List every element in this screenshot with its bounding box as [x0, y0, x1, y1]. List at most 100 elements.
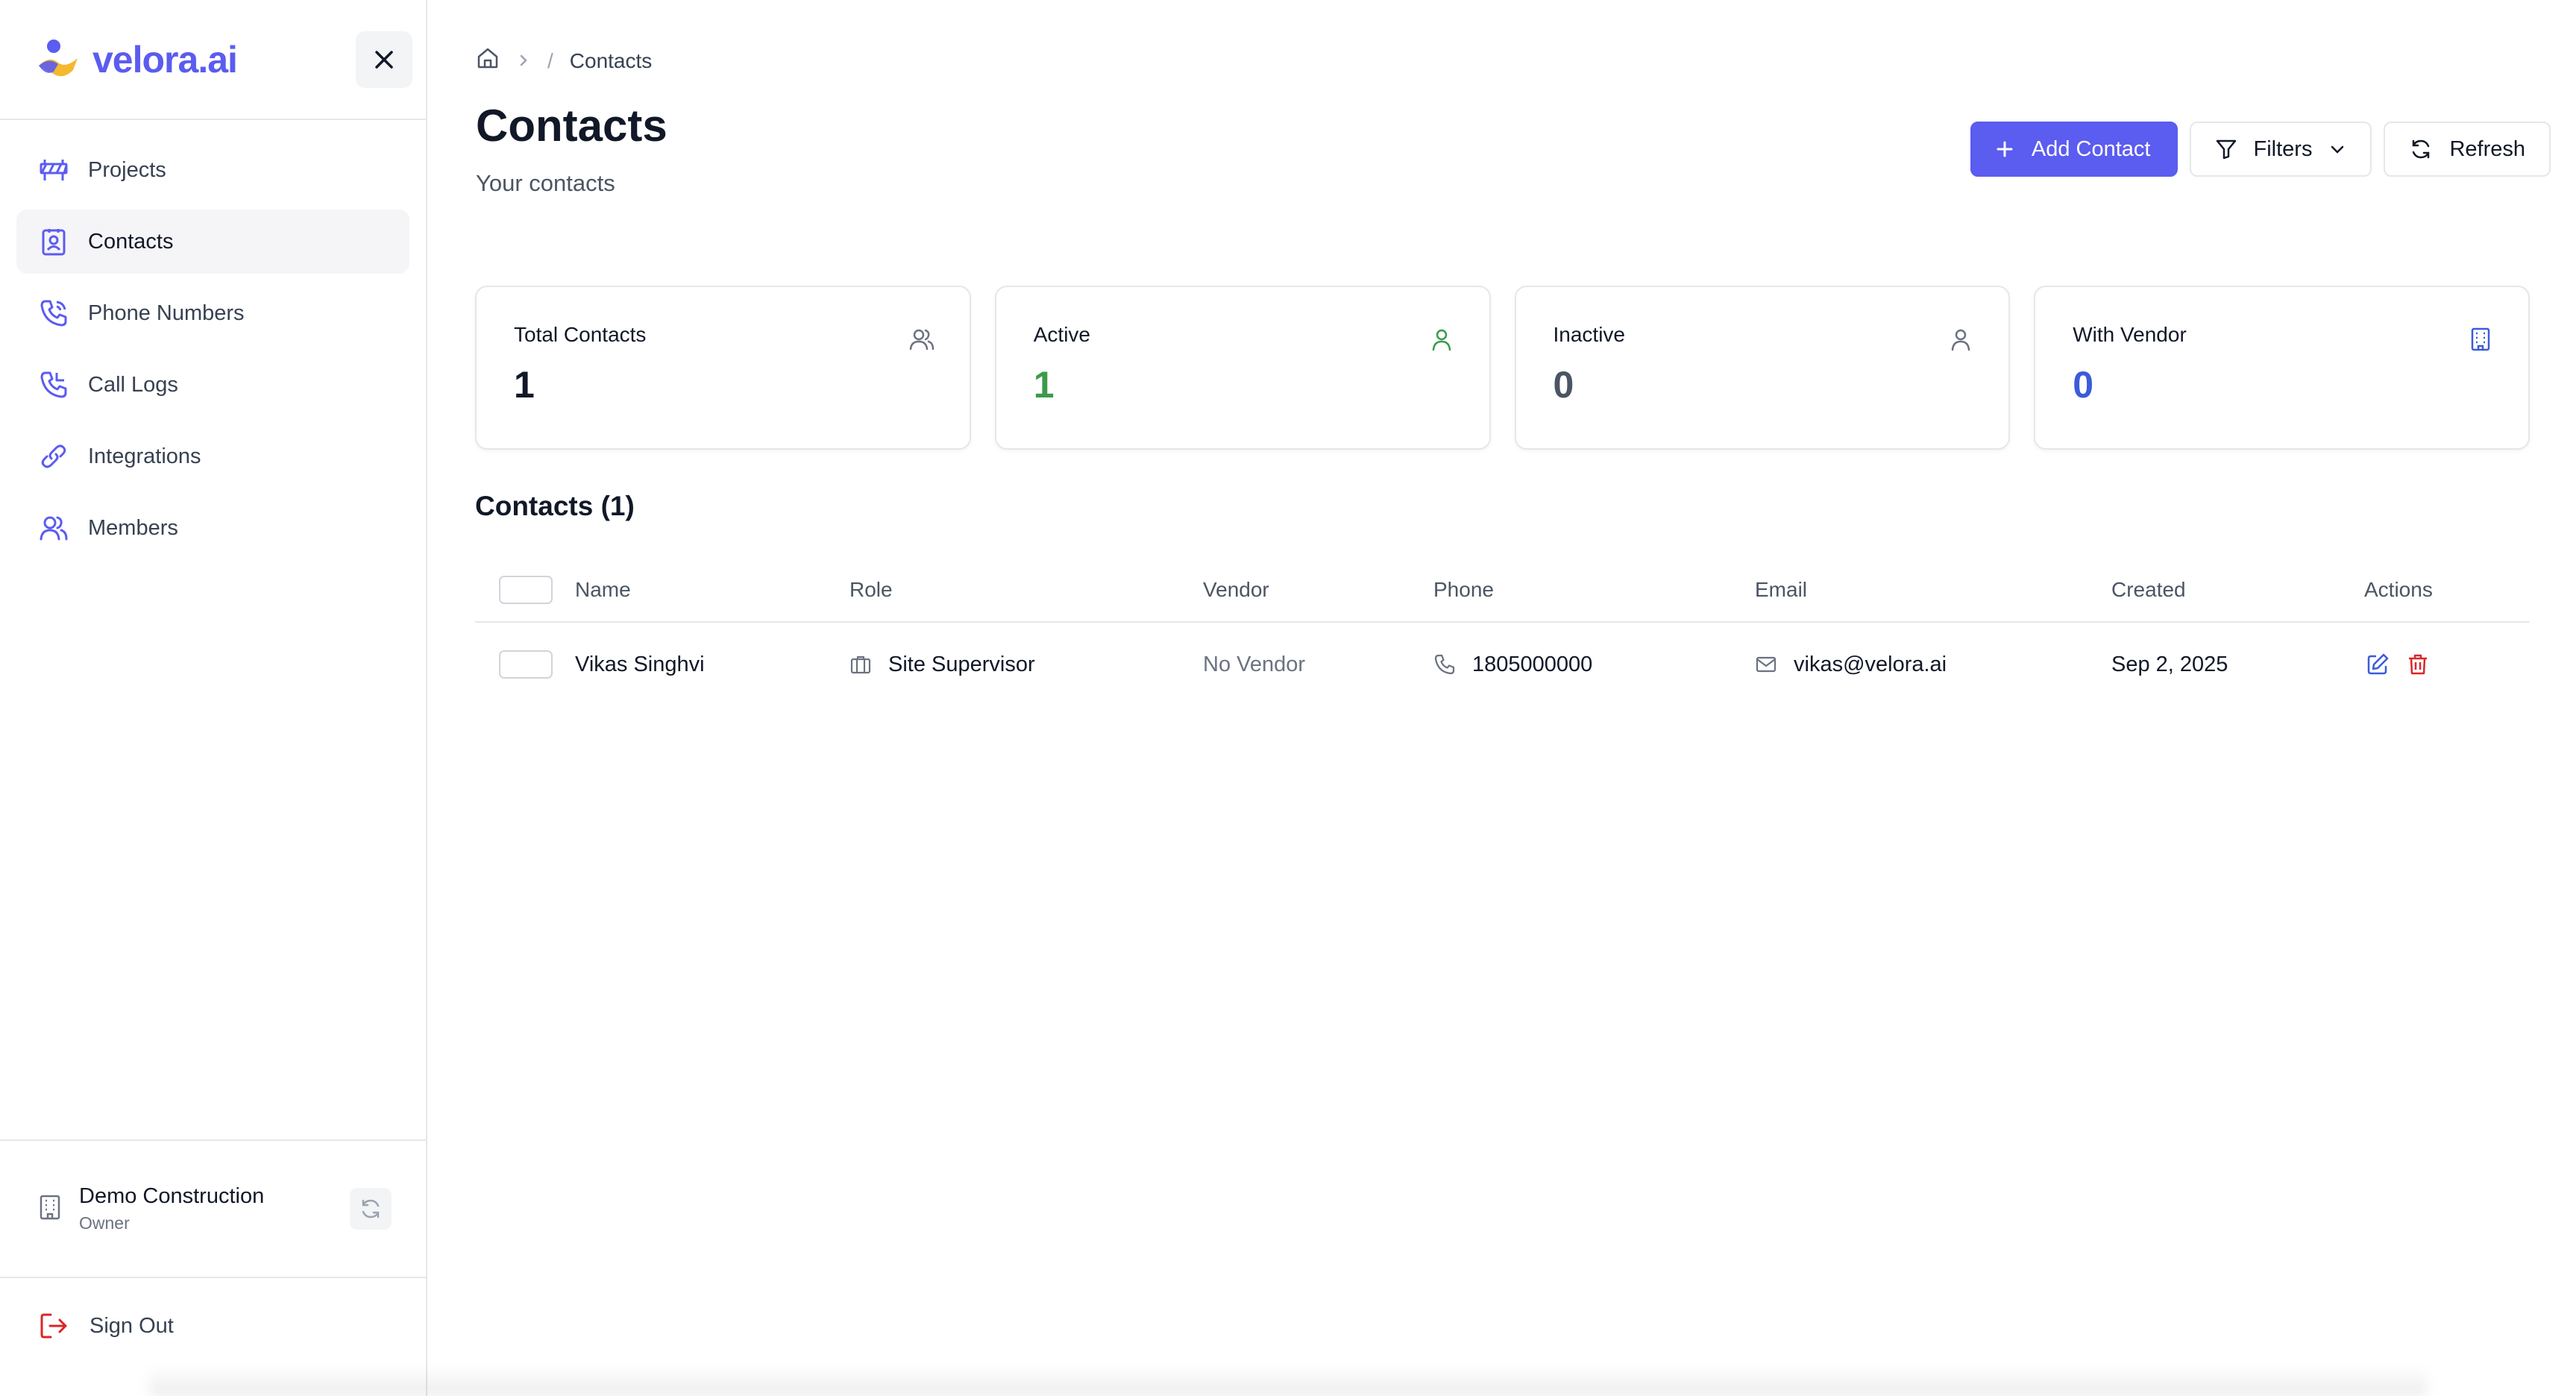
delete-contact-button[interactable]: [2404, 651, 2431, 678]
mail-icon: [1756, 656, 1777, 673]
contact-email-cell: vikas@velora.ai: [1755, 653, 2111, 677]
link-icon: [39, 441, 69, 471]
contact-vendor: No Vendor: [1203, 652, 1306, 676]
filters-button[interactable]: Filters: [2189, 122, 2372, 177]
edit-contact-button[interactable]: [2364, 651, 2391, 678]
plus-icon: [1997, 141, 2013, 157]
table-row[interactable]: Vikas Singhvi Site Supervisor No Vendor …: [475, 623, 2530, 706]
org-switcher[interactable]: Demo Construction Owner: [0, 1139, 426, 1278]
column-header-role[interactable]: Role: [849, 578, 1203, 602]
page-title: Contacts: [476, 101, 667, 151]
column-header-vendor[interactable]: Vendor: [1203, 578, 1433, 602]
home-icon[interactable]: [476, 46, 500, 75]
edit-icon: [2367, 653, 2389, 675]
refresh-button[interactable]: Refresh: [2384, 122, 2551, 177]
row-actions: [2364, 651, 2530, 678]
switch-org-button[interactable]: [350, 1188, 392, 1230]
add-contact-button[interactable]: Add Contact: [1970, 122, 2178, 177]
column-header-phone[interactable]: Phone: [1433, 578, 1755, 602]
refresh-icon: [2413, 139, 2430, 159]
logo[interactable]: velora.ai: [36, 37, 238, 82]
trash-icon: [2409, 654, 2427, 675]
select-all-cell: [475, 575, 575, 604]
table-header-row: Name Role Vendor Phone Email Created Act…: [475, 558, 2530, 623]
breadcrumb: / Contacts: [476, 46, 652, 75]
sign-out-label: Sign Out: [89, 1313, 174, 1338]
page-subtitle: Your contacts: [476, 170, 615, 196]
phone-log-icon: [39, 370, 69, 400]
sign-out-button[interactable]: Sign Out: [39, 1311, 174, 1341]
stat-value: 0: [2073, 364, 2094, 406]
column-header-created[interactable]: Created: [2111, 578, 2364, 602]
org-name: Demo Construction: [79, 1184, 265, 1208]
sidebar-item-label: Projects: [88, 157, 166, 182]
briefcase-icon: [850, 655, 871, 674]
logo-text: velora.ai: [92, 38, 238, 81]
app-root: velora.ai Projects Contacts Phone Number…: [0, 0, 2576, 1396]
chevron-right-icon: [516, 49, 531, 73]
user-icon: [1432, 329, 1451, 351]
column-header-name[interactable]: Name: [575, 578, 849, 602]
stats-cards: Total Contacts 1 Active 1 Inactive 0 Wit…: [475, 286, 2530, 450]
sidebar-item-integrations[interactable]: Integrations: [16, 424, 409, 488]
sidebar-item-members[interactable]: Members: [16, 496, 409, 560]
sidebar-item-label: Call Logs: [88, 372, 178, 397]
sidebar-item-label: Contacts: [88, 229, 174, 254]
velora-logo-icon: [39, 39, 78, 76]
sidebar-item-label: Integrations: [88, 444, 201, 468]
column-header-actions: Actions: [2364, 577, 2433, 601]
stat-value: 0: [1553, 364, 1574, 406]
contact-created: Sep 2, 2025: [2111, 652, 2228, 676]
breadcrumb-separator: /: [547, 48, 553, 72]
sidebar-item-call-logs[interactable]: Call Logs: [16, 353, 409, 417]
stat-label: With Vendor: [2073, 323, 2187, 346]
add-contact-label: Add Contact: [2031, 136, 2151, 161]
breadcrumb-current: Contacts: [569, 48, 653, 72]
construction-barrier-icon: [39, 155, 69, 185]
stat-card-total-contacts: Total Contacts 1: [475, 286, 971, 450]
sidebar-item-phone-numbers[interactable]: Phone Numbers: [16, 281, 409, 345]
chevron-down-icon: [2331, 145, 2344, 154]
stat-card-active: Active 1: [994, 286, 1491, 450]
user-icon: [1952, 329, 1970, 351]
sidebar-item-projects[interactable]: Projects: [16, 138, 409, 202]
contact-email: vikas@velora.ai: [1794, 652, 1947, 676]
filter-icon: [2216, 139, 2236, 160]
building-icon: [2471, 327, 2490, 351]
phone-icon: [39, 298, 69, 328]
sidebar-header: velora.ai: [0, 0, 426, 120]
contact-role-cell: Site Supervisor: [849, 653, 1203, 677]
row-checkbox[interactable]: [499, 650, 553, 679]
filters-label: Filters: [2253, 136, 2313, 161]
stat-card-inactive: Inactive 0: [1514, 286, 2011, 450]
stat-label: Active: [1033, 323, 1090, 346]
column-header-email[interactable]: Email: [1755, 578, 2111, 602]
close-sidebar-button[interactable]: [356, 31, 412, 88]
contact-role: Site Supervisor: [888, 652, 1035, 676]
stat-value: 1: [514, 364, 535, 406]
bottom-shadow: [149, 1366, 2427, 1396]
contact-book-icon: [39, 227, 69, 257]
refresh-icon: [362, 1199, 380, 1219]
sidebar-item-label: Members: [88, 515, 178, 540]
stat-card-with-vendor: With Vendor 0: [2034, 286, 2530, 450]
building-icon: [39, 1194, 61, 1224]
users-icon: [39, 513, 69, 543]
select-all-checkbox[interactable]: [499, 575, 553, 604]
close-icon: [375, 50, 393, 69]
refresh-label: Refresh: [2449, 136, 2525, 161]
sidebar-item-contacts[interactable]: Contacts: [16, 210, 409, 274]
sidebar-nav: Projects Contacts Phone Numbers Call Log…: [0, 120, 426, 585]
row-select-cell: [475, 650, 575, 679]
sidebar-item-label: Phone Numbers: [88, 301, 245, 325]
org-role: Owner: [79, 1213, 130, 1233]
contact-phone: 1805000000: [1472, 652, 1593, 676]
org-info: Demo Construction Owner: [79, 1184, 350, 1233]
users-icon: [909, 329, 934, 350]
contacts-section-title: Contacts (1): [475, 491, 635, 521]
logout-icon: [40, 1313, 67, 1339]
stat-label: Inactive: [1553, 323, 1626, 346]
stat-label: Total Contacts: [514, 323, 647, 346]
contacts-table: Name Role Vendor Phone Email Created Act…: [475, 558, 2530, 706]
contact-phone-cell: 1805000000: [1433, 653, 1755, 677]
